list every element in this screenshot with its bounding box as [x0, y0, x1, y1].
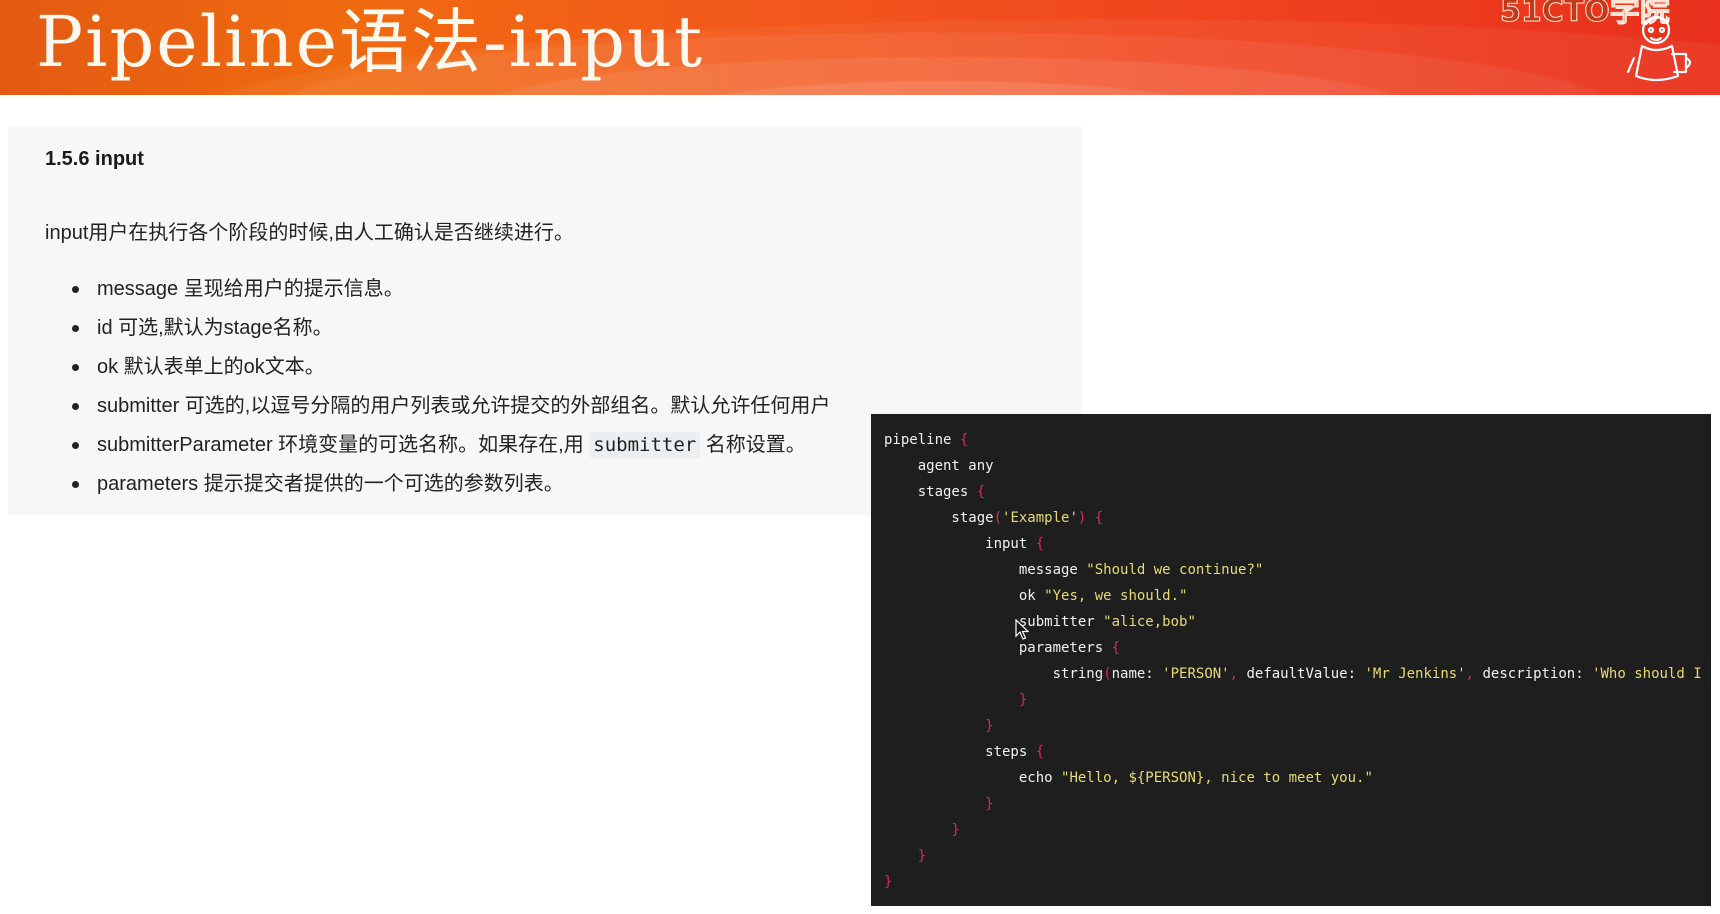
code-line: parameters {	[884, 635, 1711, 661]
code-token: ,	[1465, 666, 1483, 682]
code-line: }	[884, 713, 1711, 739]
code-token: "Should we continue?"	[1086, 562, 1264, 578]
bullet-icon	[72, 364, 79, 371]
list-item-text: submitterParameter 环境变量的可选名称。如果存在,用	[97, 434, 590, 456]
code-token: stage	[884, 510, 994, 526]
list-item: parameters 提示提交者提供的一个可选的参数列表。	[72, 467, 830, 506]
code-line: message "Should we continue?"	[884, 557, 1711, 583]
code-token: parameters	[884, 640, 1112, 656]
code-token: ,	[1229, 666, 1247, 682]
code-token: 'Example'	[1002, 510, 1078, 526]
code-token: ok	[884, 588, 1045, 604]
code-line: }	[884, 869, 1711, 895]
code-token: }	[951, 822, 960, 838]
code-lines: pipeline { agent any stages { stage('Exa…	[884, 427, 1711, 895]
code-line: steps {	[884, 739, 1711, 765]
list-item-text: submitter 可选的,以逗号分隔的用户列表或允许提交的外部组名。默认允许任…	[97, 395, 831, 417]
bullet-icon	[72, 481, 79, 488]
code-token: stages	[884, 484, 977, 500]
code-token: }	[917, 848, 927, 864]
list-item-text: ok 默认表单上的ok文本。	[97, 356, 325, 378]
code-line: input {	[884, 531, 1711, 557]
code-line: submitter "alice,bob"	[884, 609, 1711, 635]
slide-banner: Pipeline语法-input 51CTO学院	[0, 0, 1720, 95]
code-token: steps	[884, 744, 1036, 760]
code-line: string(name: 'PERSON', defaultValue: 'Mr…	[884, 661, 1711, 687]
code-token: "alice,bob"	[1103, 614, 1196, 630]
code-token: agent any	[884, 458, 994, 474]
code-line: stage('Example') {	[884, 505, 1711, 531]
code-token: }	[985, 718, 994, 734]
bullet-icon	[72, 403, 79, 410]
list-item: ok 默认表单上的ok文本。	[72, 350, 830, 389]
code-line: pipeline {	[884, 427, 1711, 453]
list-item: id 可选,默认为stage名称。	[72, 311, 830, 350]
code-token: }	[884, 874, 893, 890]
code-token: {	[959, 432, 969, 448]
footer-decoration	[30, 904, 120, 914]
code-line: }	[884, 687, 1711, 713]
code-token: (	[1103, 666, 1112, 682]
mouse-cursor-icon	[1015, 619, 1029, 640]
code-line: echo "Hello, ${PERSON}, nice to meet you…	[884, 765, 1711, 791]
code-token: {	[1094, 510, 1104, 526]
section-heading: 1.5.6 input	[45, 148, 144, 170]
list-item-text-after: 名称设置。	[700, 434, 806, 456]
inline-code: submitter	[589, 432, 701, 458]
slide-title: Pipeline语法-input	[36, 1, 705, 83]
code-token: }	[985, 796, 994, 812]
intro-paragraph: input用户在执行各个阶段的时候,由人工确认是否继续进行。	[45, 222, 574, 244]
code-token: description:	[1482, 666, 1593, 682]
bullet-icon	[72, 286, 79, 293]
code-token: submitter	[884, 614, 1104, 630]
code-line: }	[884, 843, 1711, 869]
list-item-text: parameters 提示提交者提供的一个可选的参数列表。	[97, 473, 564, 495]
code-token: echo	[884, 770, 1062, 786]
list-item: message 呈现给用户的提示信息。	[72, 272, 830, 311]
code-token: pipeline	[884, 432, 960, 448]
code-token: }	[1018, 692, 1028, 708]
parameter-list: message 呈现给用户的提示信息。 id 可选,默认为stage名称。 ok…	[45, 272, 830, 506]
code-token: (	[993, 510, 1003, 526]
code-token: "Yes, we should."	[1044, 588, 1188, 604]
code-line: }	[884, 791, 1711, 817]
code-token: 'Mr Jenkins'	[1364, 666, 1466, 682]
code-token: input	[884, 536, 1036, 552]
code-block: pipeline { agent any stages { stage('Exa…	[871, 414, 1711, 906]
code-token: name:	[1111, 666, 1163, 682]
list-item-text: message 呈现给用户的提示信息。	[97, 278, 404, 300]
code-line: ok "Yes, we should."	[884, 583, 1711, 609]
code-token: 'PERSON'	[1162, 666, 1230, 682]
code-token: message	[884, 562, 1087, 578]
bullet-icon	[72, 442, 79, 449]
list-item-text: id 可选,默认为stage名称。	[97, 317, 333, 339]
bullet-icon	[72, 325, 79, 332]
code-token: 'Who should I say he	[1592, 666, 1711, 682]
code-token: {	[1035, 744, 1045, 760]
mascot-logo-icon	[1626, 15, 1692, 82]
code-token: {	[1111, 640, 1121, 656]
list-item: submitterParameter 环境变量的可选名称。如果存在,用 subm…	[72, 428, 830, 467]
code-token: "Hello, ${PERSON}, nice to meet you."	[1061, 770, 1373, 786]
code-token: string	[884, 666, 1104, 682]
code-token: defaultValue:	[1246, 666, 1365, 682]
code-line: agent any	[884, 453, 1711, 479]
code-line: }	[884, 817, 1711, 843]
code-token: {	[1035, 536, 1045, 552]
code-line: stages {	[884, 479, 1711, 505]
list-item: submitter 可选的,以逗号分隔的用户列表或允许提交的外部组名。默认允许任…	[72, 389, 831, 428]
code-token: {	[976, 484, 986, 500]
